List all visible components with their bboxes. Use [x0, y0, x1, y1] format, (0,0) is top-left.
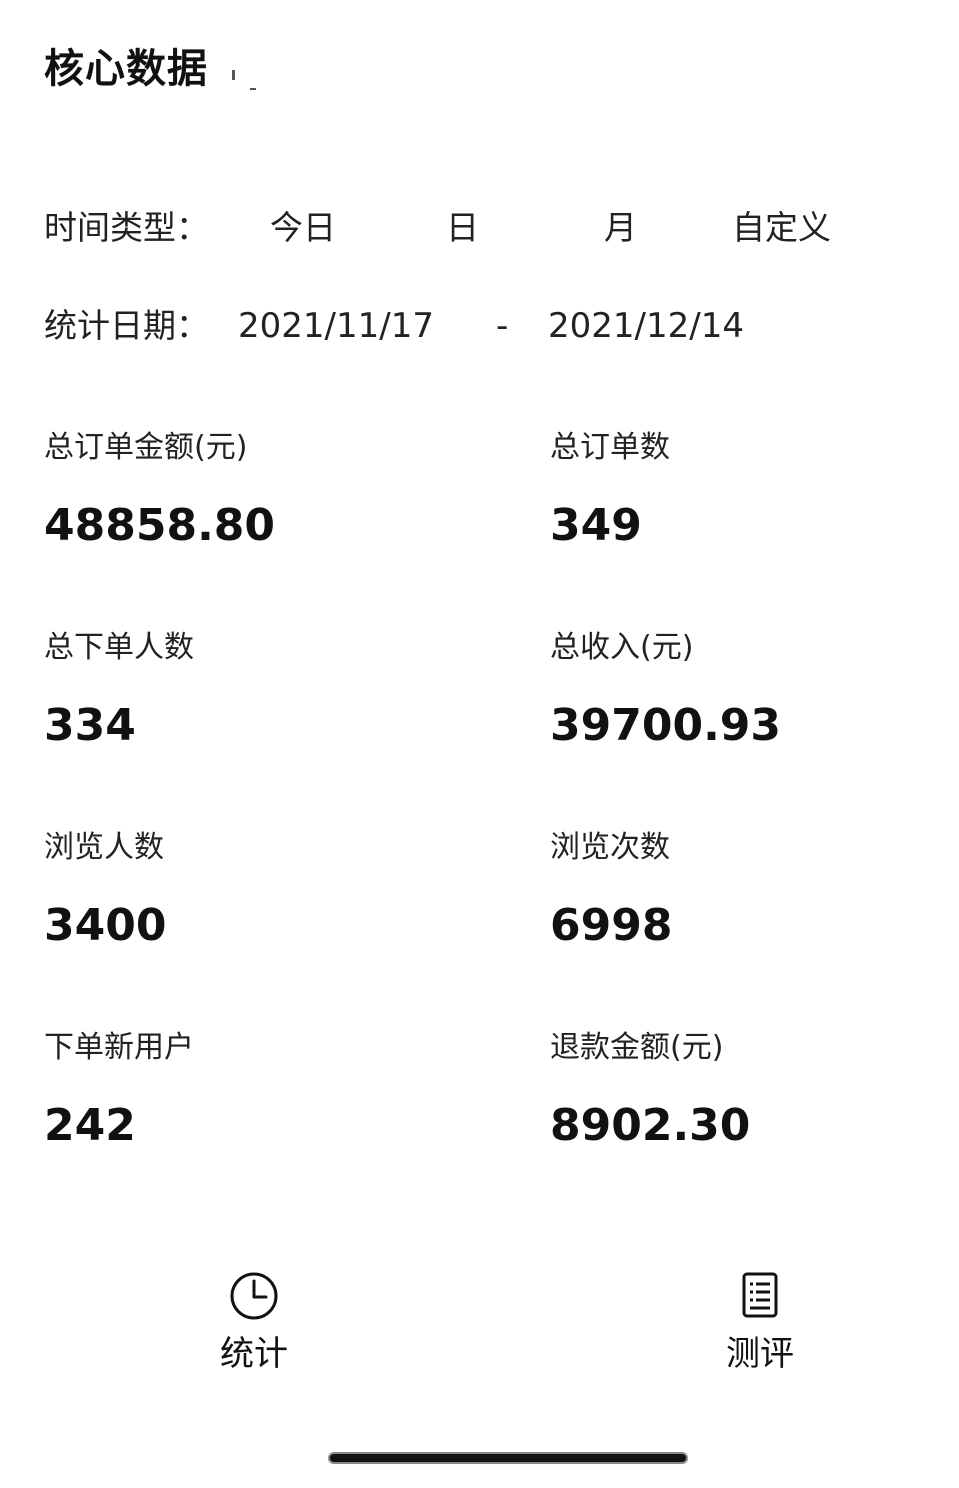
- date-label: 统计日期：: [44, 306, 209, 345]
- time-option-custom[interactable]: 自定义: [732, 206, 831, 250]
- tab-stats[interactable]: 统计: [184, 1270, 324, 1376]
- title-decoration: [250, 88, 256, 90]
- end-date-picker[interactable]: 2021/12/14: [548, 304, 744, 348]
- stat-value: 39700.93: [550, 700, 782, 751]
- stat-value: 334: [44, 700, 136, 751]
- stat-label: 总订单数: [550, 430, 670, 465]
- tab-review[interactable]: 测评: [690, 1270, 830, 1376]
- stat-label: 浏览人数: [44, 830, 164, 865]
- time-type-label: 时间类型：: [44, 208, 209, 247]
- stat-value: 48858.80: [44, 500, 276, 551]
- stat-total-order-amount: 总订单金额(元) 48858.80: [44, 428, 424, 554]
- title-decoration: [232, 70, 235, 80]
- stat-visitors: 浏览人数 3400: [44, 828, 424, 954]
- stat-value: 3400: [44, 900, 167, 951]
- time-option-day[interactable]: 日: [446, 206, 479, 250]
- home-indicator[interactable]: [328, 1452, 688, 1464]
- tab-label: 统计: [220, 1334, 288, 1374]
- stat-label: 下单新用户: [44, 1030, 194, 1065]
- stat-value: 349: [550, 500, 642, 551]
- stat-value: 8902.30: [550, 1100, 751, 1151]
- start-date-picker[interactable]: 2021/11/17: [238, 304, 434, 348]
- stat-refund-amount: 退款金额(元) 8902.30: [550, 1028, 930, 1154]
- stat-label: 总订单金额(元): [44, 430, 248, 465]
- stat-new-buyers: 下单新用户 242: [44, 1028, 424, 1154]
- document-list-icon: [742, 1272, 778, 1318]
- stat-label: 总收入(元): [550, 630, 694, 665]
- stat-total-income: 总收入(元) 39700.93: [550, 628, 930, 754]
- clock-icon: [230, 1272, 278, 1320]
- date-separator: -: [496, 306, 509, 346]
- stat-total-buyers: 总下单人数 334: [44, 628, 424, 754]
- stat-value: 6998: [550, 900, 673, 951]
- time-option-today[interactable]: 今日: [270, 206, 336, 250]
- stat-total-orders: 总订单数 349: [550, 428, 930, 554]
- time-option-month[interactable]: 月: [604, 206, 637, 250]
- stat-value: 242: [44, 1100, 136, 1151]
- stat-label: 退款金额(元): [550, 1030, 724, 1065]
- stat-page-views: 浏览次数 6998: [550, 828, 930, 954]
- stat-label: 总下单人数: [44, 630, 194, 665]
- page-title: 核心数据: [44, 46, 208, 92]
- tab-label: 测评: [726, 1334, 794, 1374]
- stat-label: 浏览次数: [550, 830, 670, 865]
